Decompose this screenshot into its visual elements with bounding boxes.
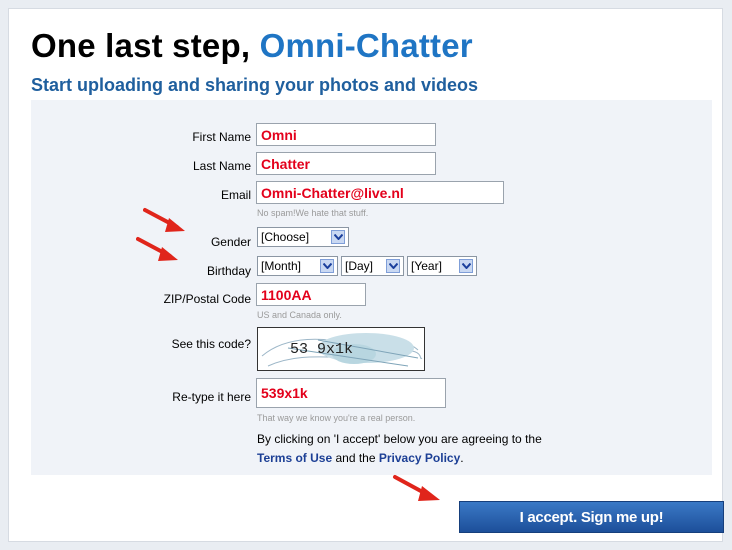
red-arrow-icon xyxy=(393,475,440,501)
terms-of-use-link[interactable]: Terms of Use xyxy=(257,451,332,465)
chevron-down-icon xyxy=(331,230,345,244)
page-title: One last step, Omni-Chatter xyxy=(31,27,473,65)
gender-label: Gender xyxy=(210,235,251,249)
red-arrow-icon xyxy=(136,237,178,261)
last-name-label: Last Name xyxy=(192,159,251,173)
gender-select[interactable]: [Choose] xyxy=(257,227,349,247)
zip-input[interactable] xyxy=(256,283,366,306)
month-selected-value: [Month] xyxy=(261,259,302,273)
red-arrow-icon xyxy=(143,208,185,232)
birthday-month-select[interactable]: [Month] xyxy=(257,256,338,276)
agreement-end: . xyxy=(460,451,464,465)
gender-selected-value: [Choose] xyxy=(261,230,310,244)
privacy-policy-link[interactable]: Privacy Policy xyxy=(379,451,460,465)
signup-page: One last step, Omni-Chatter Start upload… xyxy=(8,8,724,542)
birthday-label: Birthday xyxy=(206,264,251,278)
zip-label: ZIP/Postal Code xyxy=(163,292,251,306)
title-prefix: One last step, xyxy=(31,27,260,64)
day-selected-value: [Day] xyxy=(345,259,374,273)
first-name-input[interactable] xyxy=(256,123,436,146)
chevron-down-icon xyxy=(320,259,334,273)
email-hint: No spam!We hate that stuff. xyxy=(257,208,369,218)
email-input[interactable] xyxy=(256,181,504,204)
title-username: Omni-Chatter xyxy=(259,27,473,64)
accept-signup-button[interactable]: I accept. Sign me up! xyxy=(459,501,724,533)
captcha-noise-graphic: 53 9x1k xyxy=(261,333,423,367)
last-name-input[interactable] xyxy=(256,152,436,175)
birthday-day-select[interactable]: [Day] xyxy=(341,256,404,276)
captcha-code-text: 53 9x1k xyxy=(290,341,353,358)
first-name-label: First Name xyxy=(192,130,251,144)
agreement-middle: and the xyxy=(332,451,379,465)
agreement-text: By clicking on 'I accept' below you are … xyxy=(257,430,677,468)
captcha-retype-input[interactable] xyxy=(256,378,446,408)
retype-label: Re-type it here xyxy=(172,390,251,404)
captcha-label: See this code? xyxy=(171,337,251,351)
chevron-down-icon xyxy=(459,259,473,273)
zip-hint: US and Canada only. xyxy=(257,310,342,320)
retype-hint: That way we know you're a real person. xyxy=(257,413,416,423)
signup-form: First Name Last Name Email No spam!We ha… xyxy=(31,100,712,475)
year-selected-value: [Year] xyxy=(411,259,442,273)
agreement-line: By clicking on 'I accept' below you are … xyxy=(257,432,542,446)
page-subtitle: Start uploading and sharing your photos … xyxy=(31,75,479,95)
email-label: Email xyxy=(220,188,251,202)
captcha-image: 53 9x1k xyxy=(257,327,425,371)
chevron-down-icon xyxy=(386,259,400,273)
birthday-year-select[interactable]: [Year] xyxy=(407,256,477,276)
